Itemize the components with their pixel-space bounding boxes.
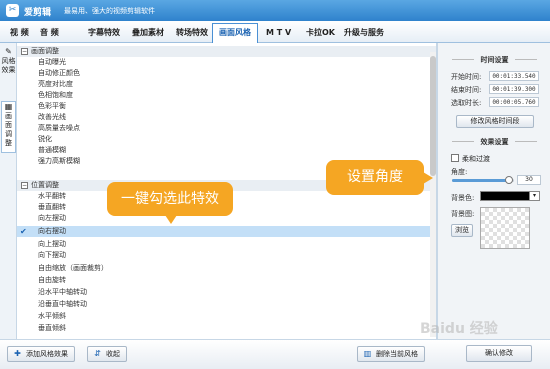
delete-style-button[interactable]: ▥ 删除当前风格 [357, 346, 425, 362]
list-item[interactable]: 自由缩放（画面裁剪） [17, 263, 436, 274]
end-time-row: 结束时间: 00:01:39.300 [451, 84, 539, 95]
end-time-field[interactable]: 00:01:39.300 [489, 84, 539, 94]
delete-style-label: 删除当前风格 [376, 350, 418, 358]
list-item[interactable]: 自动曝光 [17, 57, 436, 68]
list-item[interactable]: 自动修正颜色 [17, 68, 436, 79]
collapse-button[interactable]: ⇵ 收起 [87, 346, 127, 362]
wand-icon: ✎ [5, 47, 12, 56]
checkmark-icon: ✔ [20, 227, 27, 236]
add-style-label: 添加风格效果 [26, 350, 68, 358]
tab-picture-style[interactable]: 画面风格 [212, 23, 258, 43]
angle-label: 角度: [451, 168, 468, 176]
side-tab-style-effects-label: 风格效果 [1, 57, 16, 74]
panel-icon: ▦ [4, 102, 13, 111]
app-name: 爱剪辑 [24, 8, 52, 18]
list-item[interactable]: 色相饱和度 [17, 90, 436, 101]
group-label: 画面调整 [31, 47, 59, 55]
callout-select-effect: 一键勾选此特效 [107, 182, 233, 224]
bg-color-label: 背景色: [451, 194, 475, 202]
confirm-button[interactable]: 确认修改 [466, 345, 532, 362]
tab-video[interactable]: 视 频 [4, 24, 35, 42]
angle-input[interactable]: 30 [517, 175, 541, 185]
side-tab-style-effects[interactable]: ✎ 风格效果 [1, 47, 16, 99]
list-item[interactable]: 向下摆动 [17, 250, 436, 261]
list-item[interactable]: 沿垂直中轴转动 [17, 299, 436, 310]
start-time-field[interactable]: 00:01:33.540 [489, 71, 539, 81]
tab-mtv[interactable]: M T V [260, 24, 297, 42]
app-slogan: 最易用、强大的视频剪辑软件 [64, 7, 155, 15]
list-item[interactable]: 沿水平中轴转动 [17, 287, 436, 298]
add-style-button[interactable]: ✚ 添加风格效果 [7, 346, 75, 362]
list-group-picture-adjust[interactable]: − 画面调整 [17, 46, 436, 57]
bg-image-label: 背景图: [451, 210, 475, 218]
add-icon: ✚ [14, 349, 21, 358]
list-item[interactable]: 普通模糊 [17, 145, 436, 156]
list-item[interactable]: 色彩平衡 [17, 101, 436, 112]
smooth-transition-checkbox[interactable] [451, 154, 459, 162]
side-tab-picture-adjust[interactable]: ▦ 画面调整 [1, 101, 16, 153]
tab-subtitle-effects[interactable]: 字幕特效 [82, 24, 126, 42]
title-bar: ✂ 爱剪辑 最易用、强大的视频剪辑软件 [0, 0, 550, 21]
list-item[interactable]: 亮度对比度 [17, 79, 436, 90]
bg-image-preview [480, 207, 530, 249]
list-item[interactable]: 向上摆动 [17, 239, 436, 250]
collapse-label: 收起 [106, 350, 120, 358]
tab-overlay[interactable]: 叠加素材 [126, 24, 170, 42]
collapse-icon: − [21, 182, 28, 189]
group-label: 位置调整 [31, 181, 59, 189]
side-tabs: ✎ 风格效果 ▦ 画面调整 [0, 43, 17, 339]
angle-slider[interactable] [452, 176, 514, 184]
callout-set-angle: 设置角度 [326, 160, 433, 195]
list-item[interactable]: 水平倾斜 [17, 311, 436, 322]
watermark: Baidu 经验 [420, 321, 498, 337]
bg-color-swatch[interactable] [480, 191, 530, 201]
time-settings-title: 时间设置 [438, 55, 550, 65]
list-item[interactable]: 自由旋转 [17, 275, 436, 286]
app-logo-icon: ✂ [6, 4, 19, 17]
tab-audio[interactable]: 音 频 [34, 24, 65, 42]
list-item-selected[interactable]: ✔ 向右摆动 [17, 226, 436, 237]
duration-label: 选取时长: [451, 99, 482, 107]
duration-field: 00:00:05.760 [489, 97, 539, 107]
list-item[interactable]: 锐化 [17, 134, 436, 145]
duration-row: 选取时长: 00:00:05.760 [451, 97, 539, 108]
modify-time-button[interactable]: 修改风格时间段 [456, 115, 534, 128]
list-item[interactable]: 改善光线 [17, 112, 436, 123]
scrollbar-thumb[interactable] [430, 56, 436, 176]
end-time-label: 结束时间: [451, 86, 482, 94]
main-tab-bar: 视 频 音 频 字幕特效 叠加素材 转场特效 画面风格 M T V 卡拉OK 升… [0, 21, 550, 43]
list-scrollbar[interactable] [430, 52, 436, 337]
angle-slider-fill [452, 179, 510, 182]
tab-upgrade-service[interactable]: 升级与服务 [338, 24, 390, 42]
list-item[interactable]: 垂直倾斜 [17, 323, 436, 334]
settings-panel: 时间设置 开始时间: 00:01:33.540 结束时间: 00:01:39.3… [437, 43, 550, 339]
angle-slider-knob[interactable] [505, 176, 514, 184]
tab-transition[interactable]: 转场特效 [170, 24, 214, 42]
collapse-arrows-icon: ⇵ [94, 349, 101, 358]
collapse-icon: − [21, 48, 28, 55]
effect-settings-title: 效果设置 [438, 137, 550, 147]
smooth-transition-row[interactable]: 柔和过渡 [451, 154, 490, 164]
tab-karaoke[interactable]: 卡拉OK [300, 24, 341, 42]
browse-button[interactable]: 浏览 [451, 224, 473, 237]
start-time-label: 开始时间: [451, 73, 482, 81]
list-item[interactable]: 高质量去噪点 [17, 123, 436, 134]
trash-icon: ▥ [363, 349, 372, 358]
chevron-down-icon[interactable]: ▾ [530, 191, 540, 201]
start-time-row: 开始时间: 00:01:33.540 [451, 71, 539, 82]
smooth-transition-label: 柔和过渡 [462, 155, 490, 163]
list-item-label: 向右摆动 [38, 227, 66, 235]
side-tab-picture-adjust-label: 画面调整 [5, 112, 12, 147]
